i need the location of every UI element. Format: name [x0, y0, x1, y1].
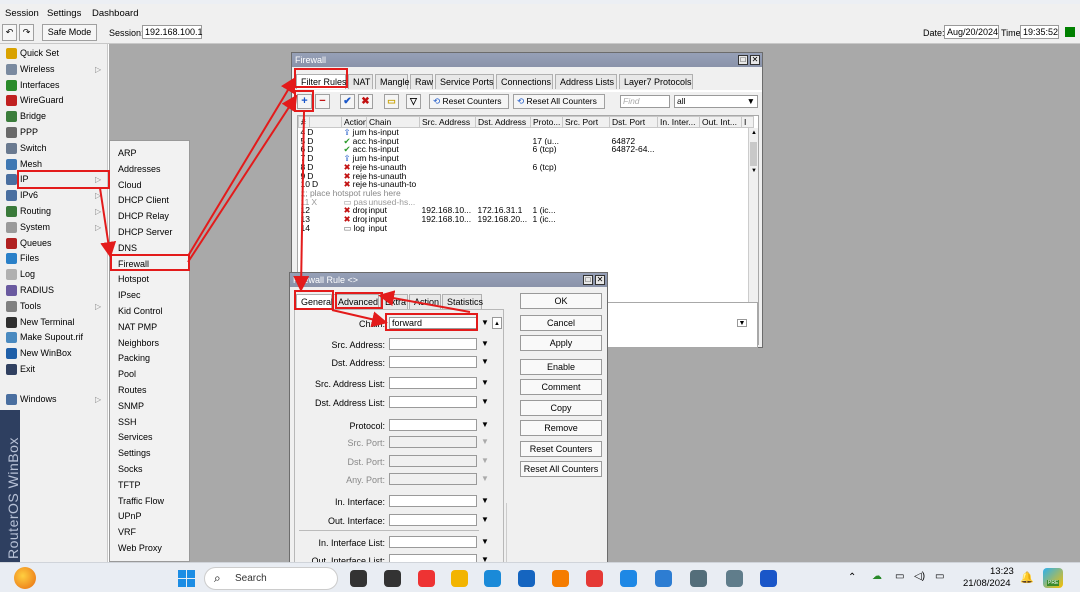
cloud-tray-icon[interactable]: ☁ — [872, 571, 882, 582]
settings-icon[interactable] — [726, 570, 743, 587]
volume-icon[interactable]: ◁) — [914, 571, 925, 582]
remote-icon[interactable] — [620, 570, 637, 587]
terminal-app-icon[interactable] — [384, 570, 401, 587]
show-hidden-icon[interactable]: ⌃ — [848, 572, 856, 583]
file-explorer-icon[interactable] — [451, 570, 468, 587]
monitor-icon[interactable] — [655, 570, 672, 587]
phone-icon[interactable] — [690, 570, 707, 587]
clock-time[interactable]: 13:23 — [990, 566, 1014, 577]
edge-icon[interactable] — [484, 570, 501, 587]
search-placeholder: Search — [235, 573, 267, 584]
chrome-icon[interactable] — [418, 570, 435, 587]
taskbar-search[interactable]: ⌕ Search — [204, 567, 338, 590]
firefox-icon[interactable] — [552, 570, 569, 587]
search-icon: ⌕ — [214, 571, 221, 585]
wps-icon[interactable] — [586, 570, 603, 587]
arrow-general-to-chain — [331, 309, 388, 328]
store-icon[interactable] — [518, 570, 535, 587]
clock-date[interactable]: 21/08/2024 — [963, 578, 1011, 589]
battery-icon[interactable]: ▭ — [935, 571, 944, 582]
widgets-icon[interactable] — [14, 567, 36, 589]
notification-icon[interactable]: 🔔 — [1020, 571, 1034, 584]
taskbar: ⌕ Search ⌃ ☁ ▭ ◁) ▭ 13:23 21/08/2024 🔔 P… — [0, 562, 1080, 592]
arrow-firewall-to-tab — [187, 76, 297, 257]
annotation-arrows — [99, 76, 471, 328]
app-icon-1[interactable] — [350, 570, 367, 587]
copilot-icon[interactable]: PRE — [1043, 568, 1063, 588]
arrow-ip-to-firewall — [99, 187, 117, 258]
winbox-task-icon[interactable] — [760, 570, 777, 587]
start-icon[interactable] — [178, 570, 195, 587]
arrow-firewall-to-add — [187, 94, 298, 263]
network-icon[interactable]: ▭ — [895, 571, 904, 582]
arrow-chain-to-advanced — [378, 290, 471, 313]
pre-badge: PRE — [1047, 580, 1060, 586]
arrow-add-to-general — [293, 111, 310, 292]
